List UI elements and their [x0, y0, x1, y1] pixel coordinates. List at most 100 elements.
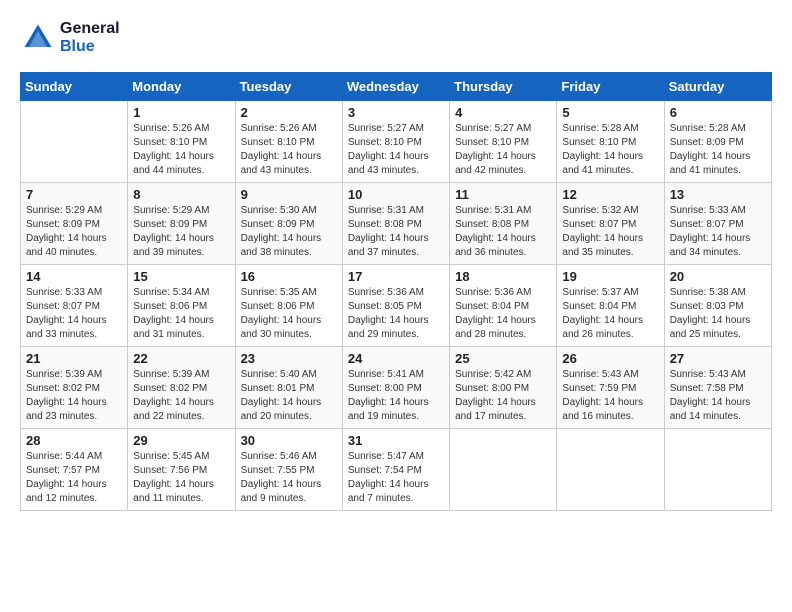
calendar-body: 1 Sunrise: 5:26 AMSunset: 8:10 PMDaylight… — [21, 101, 772, 511]
calendar-cell: 24 Sunrise: 5:41 AMSunset: 8:00 PMDayligh… — [342, 347, 449, 429]
calendar-cell: 15 Sunrise: 5:34 AMSunset: 8:06 PMDayligh… — [128, 265, 235, 347]
day-info: Sunrise: 5:29 AMSunset: 8:09 PMDaylight:… — [133, 204, 229, 260]
calendar-cell: 29 Sunrise: 5:45 AMSunset: 7:56 PMDayligh… — [128, 429, 235, 511]
day-info: Sunrise: 5:31 AMSunset: 8:08 PMDaylight:… — [455, 204, 551, 260]
page-header: General Blue — [20, 20, 772, 56]
calendar-cell: 20Sunrise: 5:38 AMSunset: 8:03 PMDayligh… — [664, 265, 771, 347]
day-number: 21 — [26, 351, 122, 366]
day-info: Sunrise: 5:27 AMSunset: 8:10 PMDaylight:… — [455, 122, 551, 178]
day-number: 30 — [241, 433, 337, 448]
day-info: Sunrise: 5:30 AMSunset: 8:09 PMDaylight:… — [241, 204, 337, 260]
day-number: 18 — [455, 269, 551, 284]
day-number: 25 — [455, 351, 551, 366]
calendar-cell: 21 Sunrise: 5:39 AMSunset: 8:02 PMDayligh… — [21, 347, 128, 429]
weekday-header-cell: Sunday — [21, 73, 128, 101]
day-number: 24 — [348, 351, 444, 366]
day-info: Sunrise: 5:36 AMSunset: 8:04 PMDaylight:… — [455, 286, 551, 342]
weekday-header-cell: Tuesday — [235, 73, 342, 101]
day-info: Sunrise: 5:42 AMSunset: 8:00 PMDaylight:… — [455, 368, 551, 424]
weekday-header-cell: Friday — [557, 73, 664, 101]
calendar-cell: 7Sunrise: 5:29 AMSunset: 8:09 PMDaylight… — [21, 183, 128, 265]
day-number: 13 — [670, 187, 766, 202]
day-number: 14 — [26, 269, 122, 284]
calendar-week-row: 7Sunrise: 5:29 AMSunset: 8:09 PMDaylight… — [21, 183, 772, 265]
day-number: 11 — [455, 187, 551, 202]
calendar-cell: 8 Sunrise: 5:29 AMSunset: 8:09 PMDaylight… — [128, 183, 235, 265]
day-number: 31 — [348, 433, 444, 448]
calendar-week-row: 28 Sunrise: 5:44 AMSunset: 7:57 PMDayligh… — [21, 429, 772, 511]
calendar-cell: 27Sunrise: 5:43 AMSunset: 7:58 PMDayligh… — [664, 347, 771, 429]
calendar-cell: 16 Sunrise: 5:35 AMSunset: 8:06 PMDayligh… — [235, 265, 342, 347]
calendar-cell: 13Sunrise: 5:33 AMSunset: 8:07 PMDayligh… — [664, 183, 771, 265]
day-number: 8 — [133, 187, 229, 202]
day-info: Sunrise: 5:43 AMSunset: 7:59 PMDaylight:… — [562, 368, 658, 424]
day-number: 28 — [26, 433, 122, 448]
day-number: 19 — [562, 269, 658, 284]
calendar-cell: 1 Sunrise: 5:26 AMSunset: 8:10 PMDaylight… — [128, 101, 235, 183]
day-info: Sunrise: 5:32 AMSunset: 8:07 PMDaylight:… — [562, 204, 658, 260]
weekday-header-cell: Saturday — [664, 73, 771, 101]
day-info: Sunrise: 5:39 AMSunset: 8:02 PMDaylight:… — [133, 368, 229, 424]
day-info: Sunrise: 5:36 AMSunset: 8:05 PMDaylight:… — [348, 286, 444, 342]
calendar-cell: 22 Sunrise: 5:39 AMSunset: 8:02 PMDayligh… — [128, 347, 235, 429]
weekday-header-cell: Thursday — [450, 73, 557, 101]
weekday-header-cell: Monday — [128, 73, 235, 101]
day-number: 3 — [348, 105, 444, 120]
day-info: Sunrise: 5:33 AMSunset: 8:07 PMDaylight:… — [26, 286, 122, 342]
calendar-cell: 11 Sunrise: 5:31 AMSunset: 8:08 PMDayligh… — [450, 183, 557, 265]
day-info: Sunrise: 5:47 AMSunset: 7:54 PMDaylight:… — [348, 450, 444, 506]
day-number: 5 — [562, 105, 658, 120]
day-number: 15 — [133, 269, 229, 284]
calendar-cell: 2Sunrise: 5:26 AMSunset: 8:10 PMDaylight… — [235, 101, 342, 183]
day-number: 4 — [455, 105, 551, 120]
calendar-cell — [664, 429, 771, 511]
day-number: 17 — [348, 269, 444, 284]
calendar-cell: 6Sunrise: 5:28 AMSunset: 8:09 PMDaylight… — [664, 101, 771, 183]
calendar-cell: 4 Sunrise: 5:27 AMSunset: 8:10 PMDaylight… — [450, 101, 557, 183]
day-info: Sunrise: 5:45 AMSunset: 7:56 PMDaylight:… — [133, 450, 229, 506]
logo-text: General Blue — [60, 20, 120, 56]
day-number: 22 — [133, 351, 229, 366]
calendar-cell: 30 Sunrise: 5:46 AMSunset: 7:55 PMDayligh… — [235, 429, 342, 511]
calendar-cell: 9 Sunrise: 5:30 AMSunset: 8:09 PMDaylight… — [235, 183, 342, 265]
day-info: Sunrise: 5:28 AMSunset: 8:10 PMDaylight:… — [562, 122, 658, 178]
day-info: Sunrise: 5:35 AMSunset: 8:06 PMDaylight:… — [241, 286, 337, 342]
calendar-week-row: 1 Sunrise: 5:26 AMSunset: 8:10 PMDaylight… — [21, 101, 772, 183]
calendar-table: SundayMondayTuesdayWednesdayThursdayFrid… — [20, 72, 772, 511]
day-number: 1 — [133, 105, 229, 120]
calendar-cell: 17 Sunrise: 5:36 AMSunset: 8:05 PMDayligh… — [342, 265, 449, 347]
calendar-cell: 28 Sunrise: 5:44 AMSunset: 7:57 PMDayligh… — [21, 429, 128, 511]
day-number: 16 — [241, 269, 337, 284]
day-info: Sunrise: 5:27 AMSunset: 8:10 PMDaylight:… — [348, 122, 444, 178]
calendar-cell: 14 Sunrise: 5:33 AMSunset: 8:07 PMDayligh… — [21, 265, 128, 347]
calendar-cell: 18 Sunrise: 5:36 AMSunset: 8:04 PMDayligh… — [450, 265, 557, 347]
day-info: Sunrise: 5:39 AMSunset: 8:02 PMDaylight:… — [26, 368, 122, 424]
calendar-cell: 25 Sunrise: 5:42 AMSunset: 8:00 PMDayligh… — [450, 347, 557, 429]
day-number: 23 — [241, 351, 337, 366]
day-number: 12 — [562, 187, 658, 202]
day-info: Sunrise: 5:26 AMSunset: 8:10 PMDaylight:… — [133, 122, 229, 178]
day-number: 10 — [348, 187, 444, 202]
day-number: 29 — [133, 433, 229, 448]
calendar-week-row: 21 Sunrise: 5:39 AMSunset: 8:02 PMDayligh… — [21, 347, 772, 429]
weekday-header-cell: Wednesday — [342, 73, 449, 101]
day-info: Sunrise: 5:29 AMSunset: 8:09 PMDaylight:… — [26, 204, 122, 260]
day-number: 2 — [241, 105, 337, 120]
day-number: 6 — [670, 105, 766, 120]
calendar-cell: 31 Sunrise: 5:47 AMSunset: 7:54 PMDayligh… — [342, 429, 449, 511]
day-number: 9 — [241, 187, 337, 202]
calendar-cell: 3 Sunrise: 5:27 AMSunset: 8:10 PMDaylight… — [342, 101, 449, 183]
calendar-cell: 19Sunrise: 5:37 AMSunset: 8:04 PMDayligh… — [557, 265, 664, 347]
logo: General Blue — [20, 20, 120, 56]
calendar-cell: 12 Sunrise: 5:32 AMSunset: 8:07 PMDayligh… — [557, 183, 664, 265]
day-info: Sunrise: 5:46 AMSunset: 7:55 PMDaylight:… — [241, 450, 337, 506]
calendar-cell: 26 Sunrise: 5:43 AMSunset: 7:59 PMDayligh… — [557, 347, 664, 429]
day-info: Sunrise: 5:31 AMSunset: 8:08 PMDaylight:… — [348, 204, 444, 260]
day-info: Sunrise: 5:34 AMSunset: 8:06 PMDaylight:… — [133, 286, 229, 342]
calendar-cell: 5 Sunrise: 5:28 AMSunset: 8:10 PMDaylight… — [557, 101, 664, 183]
day-info: Sunrise: 5:44 AMSunset: 7:57 PMDaylight:… — [26, 450, 122, 506]
logo-icon — [20, 20, 56, 56]
calendar-cell: 10 Sunrise: 5:31 AMSunset: 8:08 PMDayligh… — [342, 183, 449, 265]
day-info: Sunrise: 5:41 AMSunset: 8:00 PMDaylight:… — [348, 368, 444, 424]
day-number: 26 — [562, 351, 658, 366]
